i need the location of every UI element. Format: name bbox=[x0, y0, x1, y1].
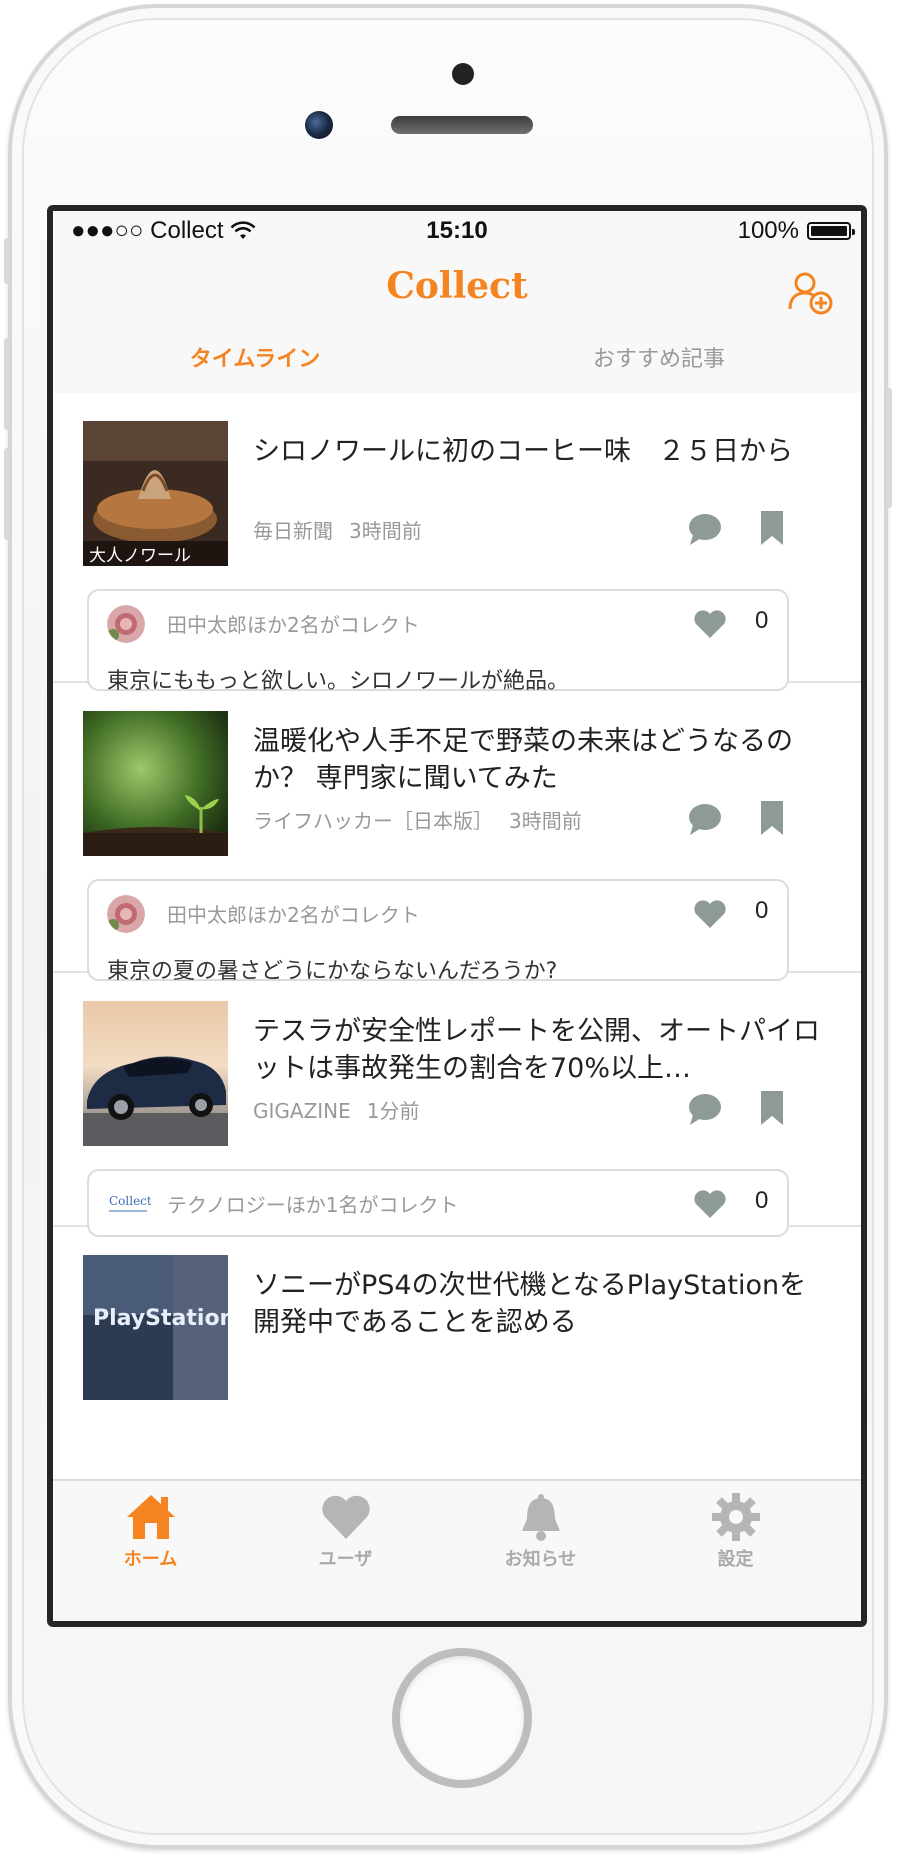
comment-icon[interactable] bbox=[687, 1091, 723, 1127]
avatar[interactable] bbox=[107, 605, 145, 643]
tabbar-settings[interactable]: 設定 bbox=[638, 1481, 833, 1581]
proximity-sensor bbox=[452, 63, 474, 85]
collect-text: テクノロジーほか1名がコレクト bbox=[167, 1193, 459, 1217]
article-source: ライフハッカー［日本版］ bbox=[253, 809, 493, 833]
tabbar-notifications[interactable]: お知らせ bbox=[443, 1481, 638, 1581]
like-count: 0 bbox=[755, 1187, 769, 1214]
article-title[interactable]: テスラが安全性レポートを公開、オートパイロットは事故発生の割合を70%以上… bbox=[253, 1013, 833, 1087]
tabbar-user[interactable]: ユーザ bbox=[248, 1481, 443, 1581]
app-title: Collect bbox=[386, 265, 528, 307]
tabbar-home[interactable]: ホーム bbox=[53, 1481, 248, 1581]
article-source: 毎日新聞 bbox=[253, 519, 333, 543]
tabbar-label: お知らせ bbox=[504, 1549, 577, 1570]
comment-icon[interactable] bbox=[687, 801, 723, 837]
tabbar-label: 設定 bbox=[717, 1549, 754, 1570]
article-thumbnail[interactable]: 大人ノワール bbox=[83, 421, 228, 566]
bookmark-icon[interactable] bbox=[761, 511, 783, 545]
article-title[interactable]: シロノワールに初のコーヒー味 ２５日から bbox=[253, 433, 833, 470]
battery-percent: 100% bbox=[737, 217, 799, 244]
collect-logo-avatar[interactable]: Collect bbox=[107, 1185, 151, 1223]
volume-down-button bbox=[4, 448, 10, 540]
article-meta: GIGAZINE 1分前 bbox=[253, 1095, 420, 1124]
status-right: 100% bbox=[737, 217, 855, 245]
article-thumbnail[interactable]: PlayStation bbox=[83, 1255, 228, 1400]
article-card[interactable]: 温暖化や人手不足で野菜の未来はどうなるのか？ 専門家に聞いてみた ライフハッカー… bbox=[53, 683, 861, 984]
add-user-icon[interactable] bbox=[787, 269, 835, 317]
article-time: 3時間前 bbox=[509, 809, 582, 833]
front-camera bbox=[305, 111, 333, 139]
screen: ●●●○○ Collect 15:10 100% Collect タイムライン … bbox=[47, 205, 867, 1627]
like-count: 0 bbox=[755, 897, 769, 924]
heart-icon[interactable] bbox=[693, 609, 727, 639]
home-icon bbox=[127, 1495, 175, 1539]
article-meta: ライフハッカー［日本版］ 3時間前 bbox=[253, 805, 582, 834]
gear-icon bbox=[712, 1493, 760, 1541]
collect-text: 田中太郎ほか2名がコレクト bbox=[167, 613, 420, 637]
tab-recommended[interactable]: おすすめ記事 bbox=[457, 341, 861, 373]
article-thumbnail[interactable] bbox=[83, 711, 228, 856]
avatar-logo-text: Collect bbox=[109, 1194, 151, 1208]
battery-icon bbox=[807, 222, 855, 240]
bookmark-icon[interactable] bbox=[761, 801, 783, 835]
collect-text: 田中太郎ほか2名がコレクト bbox=[167, 903, 420, 927]
bottom-tab-bar: ホーム ユーザ お知らせ 設定 bbox=[53, 1479, 861, 1621]
comment-icon[interactable] bbox=[687, 511, 723, 547]
article-time: 3時間前 bbox=[349, 519, 422, 543]
tab-timeline[interactable]: タイムライン bbox=[53, 341, 457, 373]
thumbnail-caption: PlayStation bbox=[93, 1306, 228, 1331]
article-card[interactable]: 大人ノワール シロノワールに初のコーヒー味 ２５日から 毎日新聞 3時間前 田中… bbox=[53, 393, 861, 694]
timeline-tabs: タイムライン おすすめ記事 bbox=[53, 331, 861, 393]
avatar[interactable] bbox=[107, 895, 145, 933]
article-title[interactable]: ソニーがPS4の次世代機となるPlayStationを開発中であることを認める bbox=[253, 1267, 833, 1341]
heart-icon[interactable] bbox=[693, 899, 727, 929]
article-meta: 毎日新聞 3時間前 bbox=[253, 515, 422, 544]
tabbar-label: ホーム bbox=[123, 1549, 178, 1570]
collect-box[interactable]: 田中太郎ほか2名がコレクト 0 東京にももっと欲しい。シロノワールが絶品。 bbox=[87, 589, 789, 694]
power-button bbox=[886, 388, 892, 508]
navigation-bar: Collect bbox=[53, 251, 861, 331]
article-thumbnail[interactable] bbox=[83, 1001, 228, 1146]
article-source: GIGAZINE bbox=[253, 1099, 351, 1123]
like-count: 0 bbox=[755, 607, 769, 634]
heart-icon[interactable] bbox=[693, 1189, 727, 1219]
tabbar-label: ユーザ bbox=[318, 1549, 373, 1570]
timeline-feed[interactable]: 大人ノワール シロノワールに初のコーヒー味 ２５日から 毎日新聞 3時間前 田中… bbox=[53, 393, 861, 1479]
home-button[interactable] bbox=[392, 1648, 532, 1788]
article-time: 1分前 bbox=[366, 1099, 420, 1123]
article-card[interactable]: テスラが安全性レポートを公開、オートパイロットは事故発生の割合を70%以上… G… bbox=[53, 973, 861, 1237]
article-card[interactable]: PlayStation ソニーがPS4の次世代機となるPlayStationを開… bbox=[53, 1227, 861, 1479]
article-title[interactable]: 温暖化や人手不足で野菜の未来はどうなるのか？ 専門家に聞いてみた bbox=[253, 723, 833, 797]
mute-switch bbox=[4, 238, 10, 284]
thumbnail-caption: 大人ノワール bbox=[89, 546, 191, 566]
bell-icon bbox=[522, 1494, 560, 1541]
bookmark-icon[interactable] bbox=[761, 1091, 783, 1125]
volume-up-button bbox=[4, 338, 10, 430]
status-bar: ●●●○○ Collect 15:10 100% bbox=[53, 211, 861, 251]
collect-box[interactable]: 田中太郎ほか2名がコレクト 0 東京の夏の暑さどうにかならないんだろうか? bbox=[87, 879, 789, 984]
earpiece-speaker bbox=[391, 116, 533, 134]
heart-icon bbox=[322, 1495, 370, 1539]
